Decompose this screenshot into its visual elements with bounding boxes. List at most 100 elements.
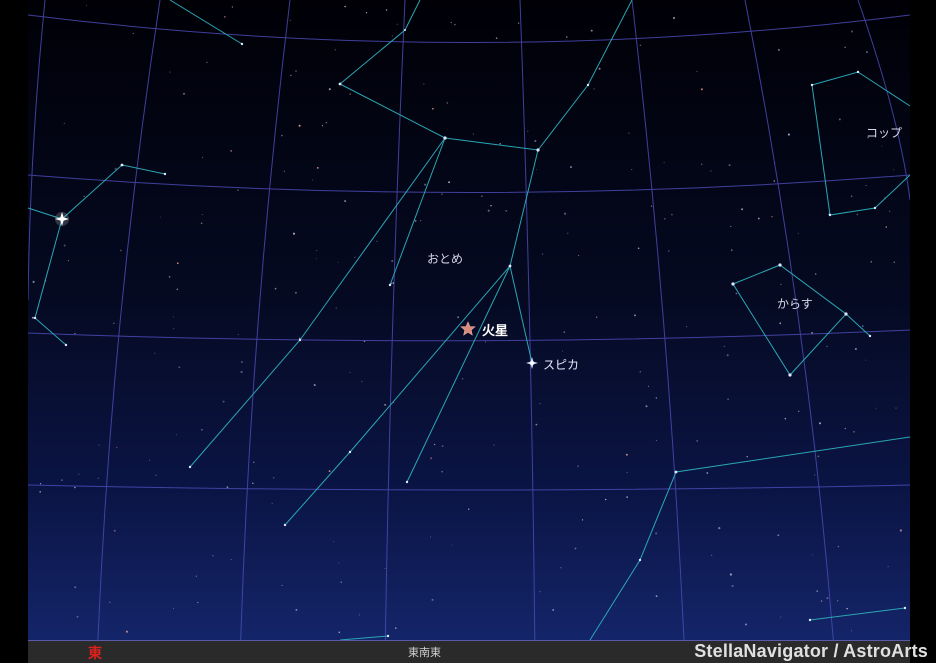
- background-star: [784, 417, 787, 420]
- background-star: [338, 631, 341, 634]
- background-star: [441, 445, 444, 448]
- constellation-label-corvus: からす: [777, 297, 813, 311]
- background-star: [578, 254, 580, 256]
- background-star: [493, 444, 495, 446]
- background-star: [731, 249, 733, 251]
- background-star: [441, 193, 443, 195]
- background-star: [315, 257, 317, 259]
- mars-label: 火星: [482, 324, 509, 339]
- background-star: [74, 486, 76, 489]
- background-star: [97, 477, 99, 479]
- background-star: [895, 407, 897, 409]
- background-star: [201, 428, 203, 431]
- background-star: [899, 529, 902, 532]
- background-star: [718, 527, 721, 530]
- background-star: [292, 232, 296, 235]
- background-star: [132, 32, 134, 34]
- background-star: [154, 352, 156, 354]
- background-star: [344, 200, 347, 203]
- background-star: [195, 575, 197, 577]
- background-star: [539, 403, 541, 405]
- background-star: [200, 222, 203, 225]
- background-star: [562, 350, 563, 352]
- background-star: [663, 218, 666, 220]
- background-star: [539, 591, 541, 593]
- background-star: [861, 325, 864, 327]
- background-star: [311, 179, 313, 181]
- background-star: [448, 181, 451, 184]
- background-star: [241, 361, 243, 363]
- background-star: [313, 384, 316, 387]
- background-star: [376, 240, 378, 242]
- background-star: [850, 30, 854, 33]
- background-star: [222, 400, 225, 403]
- background-star: [155, 474, 157, 476]
- background-star: [424, 183, 427, 186]
- background-star: [295, 608, 298, 611]
- background-star: [294, 291, 297, 294]
- background-star: [598, 67, 601, 70]
- direction-east: 東: [88, 646, 102, 662]
- background-star: [423, 83, 425, 85]
- background-star: [853, 430, 855, 433]
- background-star: [837, 545, 840, 548]
- background-star: [596, 316, 598, 318]
- direction-ese: 東南東: [408, 646, 441, 659]
- background-star: [173, 607, 174, 609]
- background-star: [741, 208, 744, 211]
- background-star: [870, 261, 873, 263]
- background-star: [74, 586, 77, 589]
- background-star: [230, 150, 232, 152]
- background-star: [237, 189, 239, 191]
- background-star: [663, 162, 665, 164]
- background-star: [173, 328, 175, 330]
- background-star: [384, 568, 386, 570]
- background-star: [76, 615, 79, 618]
- background-star: [696, 439, 699, 442]
- background-star: [385, 9, 388, 11]
- background-star: [865, 185, 867, 186]
- background-star: [283, 170, 285, 172]
- background-star: [779, 322, 782, 325]
- constellation-label-crater: コップ: [866, 126, 903, 140]
- background-star: [820, 600, 823, 602]
- background-star: [274, 287, 277, 290]
- background-star: [671, 213, 673, 216]
- background-star: [206, 61, 208, 63]
- background-star: [223, 15, 226, 18]
- background-star: [814, 273, 817, 275]
- background-star: [816, 590, 819, 592]
- background-star: [711, 554, 713, 556]
- background-star: [637, 247, 640, 250]
- background-star: [108, 601, 111, 604]
- background-star: [844, 46, 846, 48]
- background-star: [334, 49, 336, 51]
- background-star: [536, 169, 537, 171]
- background-star: [325, 121, 328, 124]
- spica-label: スピカ: [543, 358, 580, 372]
- background-star: [773, 180, 776, 182]
- background-star: [856, 213, 859, 216]
- background-star: [798, 410, 800, 412]
- background-star: [499, 142, 501, 145]
- background-star: [420, 220, 422, 222]
- background-star: [826, 345, 828, 347]
- background-star: [552, 608, 555, 611]
- background-star: [83, 195, 85, 198]
- background-star: [446, 102, 449, 104]
- background-star: [885, 226, 888, 228]
- background-star: [887, 566, 889, 568]
- background-star: [706, 472, 709, 474]
- star-chart: [0, 0, 936, 662]
- background-star: [626, 472, 628, 474]
- background-star: [78, 473, 80, 475]
- background-star: [650, 205, 653, 207]
- background-star: [710, 170, 712, 172]
- background-star: [771, 215, 773, 218]
- background-star: [844, 427, 846, 430]
- background-star: [888, 210, 891, 212]
- background-star: [628, 132, 630, 134]
- background-star: [335, 307, 337, 309]
- background-star: [846, 607, 848, 610]
- background-star: [432, 107, 434, 110]
